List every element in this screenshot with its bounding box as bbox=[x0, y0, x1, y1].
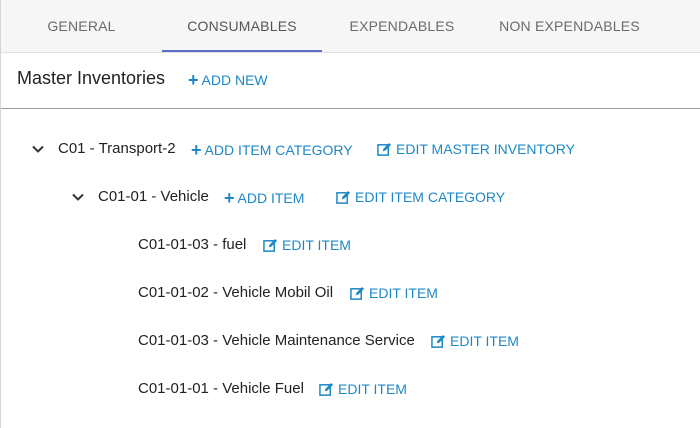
collapse-chevron-icon[interactable] bbox=[71, 190, 85, 204]
edit-master-inventory-button[interactable]: EDIT MASTER INVENTORY bbox=[377, 141, 575, 157]
tree-node-item: C01-01-01 - Vehicle Fuel bbox=[138, 380, 304, 397]
edit-item-category-label: EDIT ITEM CATEGORY bbox=[355, 189, 506, 205]
section-header: Master Inventories + ADD NEW bbox=[1, 53, 700, 109]
inventory-panel: GENERAL CONSUMABLES EXPENDABLES NON EXPE… bbox=[0, 0, 700, 428]
tab-consumables[interactable]: CONSUMABLES bbox=[162, 0, 322, 52]
edit-master-inventory-label: EDIT MASTER INVENTORY bbox=[396, 141, 575, 157]
add-item-button[interactable]: + ADD ITEM bbox=[224, 189, 304, 207]
edit-icon bbox=[336, 190, 351, 205]
add-item-category-label: ADD ITEM CATEGORY bbox=[204, 142, 353, 158]
edit-item-button[interactable]: EDIT ITEM bbox=[350, 285, 438, 301]
add-new-button[interactable]: + ADD NEW bbox=[188, 71, 268, 89]
edit-icon bbox=[350, 286, 365, 301]
edit-icon bbox=[377, 142, 392, 157]
tree-node-item: C01-01-02 - Vehicle Mobil Oil bbox=[138, 284, 334, 301]
tab-non-expendables[interactable]: NON EXPENDABLES bbox=[482, 0, 657, 52]
tree-node-item: C01-01-03 - Vehicle Maintenance Service bbox=[138, 332, 415, 349]
add-item-label: ADD ITEM bbox=[237, 190, 305, 206]
edit-item-category-button[interactable]: EDIT ITEM CATEGORY bbox=[336, 189, 505, 205]
tab-expendables[interactable]: EXPENDABLES bbox=[322, 0, 482, 52]
tab-general[interactable]: GENERAL bbox=[1, 0, 162, 52]
add-item-category-button[interactable]: + ADD ITEM CATEGORY bbox=[191, 141, 353, 159]
tree-node-master-inventory: C01 - Transport-2 bbox=[58, 140, 176, 157]
edit-item-button[interactable]: EDIT ITEM bbox=[263, 237, 351, 253]
collapse-chevron-icon[interactable] bbox=[31, 142, 45, 156]
edit-icon bbox=[431, 334, 446, 349]
plus-icon: + bbox=[224, 188, 235, 208]
tab-bar: GENERAL CONSUMABLES EXPENDABLES NON EXPE… bbox=[1, 0, 700, 53]
edit-item-button[interactable]: EDIT ITEM bbox=[431, 333, 519, 349]
tree-node-item-category: C01-01 - Vehicle bbox=[98, 188, 209, 205]
edit-item-label: EDIT ITEM bbox=[450, 333, 519, 349]
edit-item-label: EDIT ITEM bbox=[282, 237, 351, 253]
tree-node-item: C01-01-03 - fuel bbox=[138, 236, 247, 253]
edit-icon bbox=[319, 382, 334, 397]
page-title: Master Inventories bbox=[17, 68, 166, 88]
edit-item-label: EDIT ITEM bbox=[369, 285, 438, 301]
plus-icon: + bbox=[188, 70, 199, 90]
edit-item-label: EDIT ITEM bbox=[338, 381, 407, 397]
edit-item-button[interactable]: EDIT ITEM bbox=[319, 381, 407, 397]
edit-icon bbox=[263, 238, 278, 253]
add-new-label: ADD NEW bbox=[201, 72, 268, 88]
plus-icon: + bbox=[191, 140, 202, 160]
